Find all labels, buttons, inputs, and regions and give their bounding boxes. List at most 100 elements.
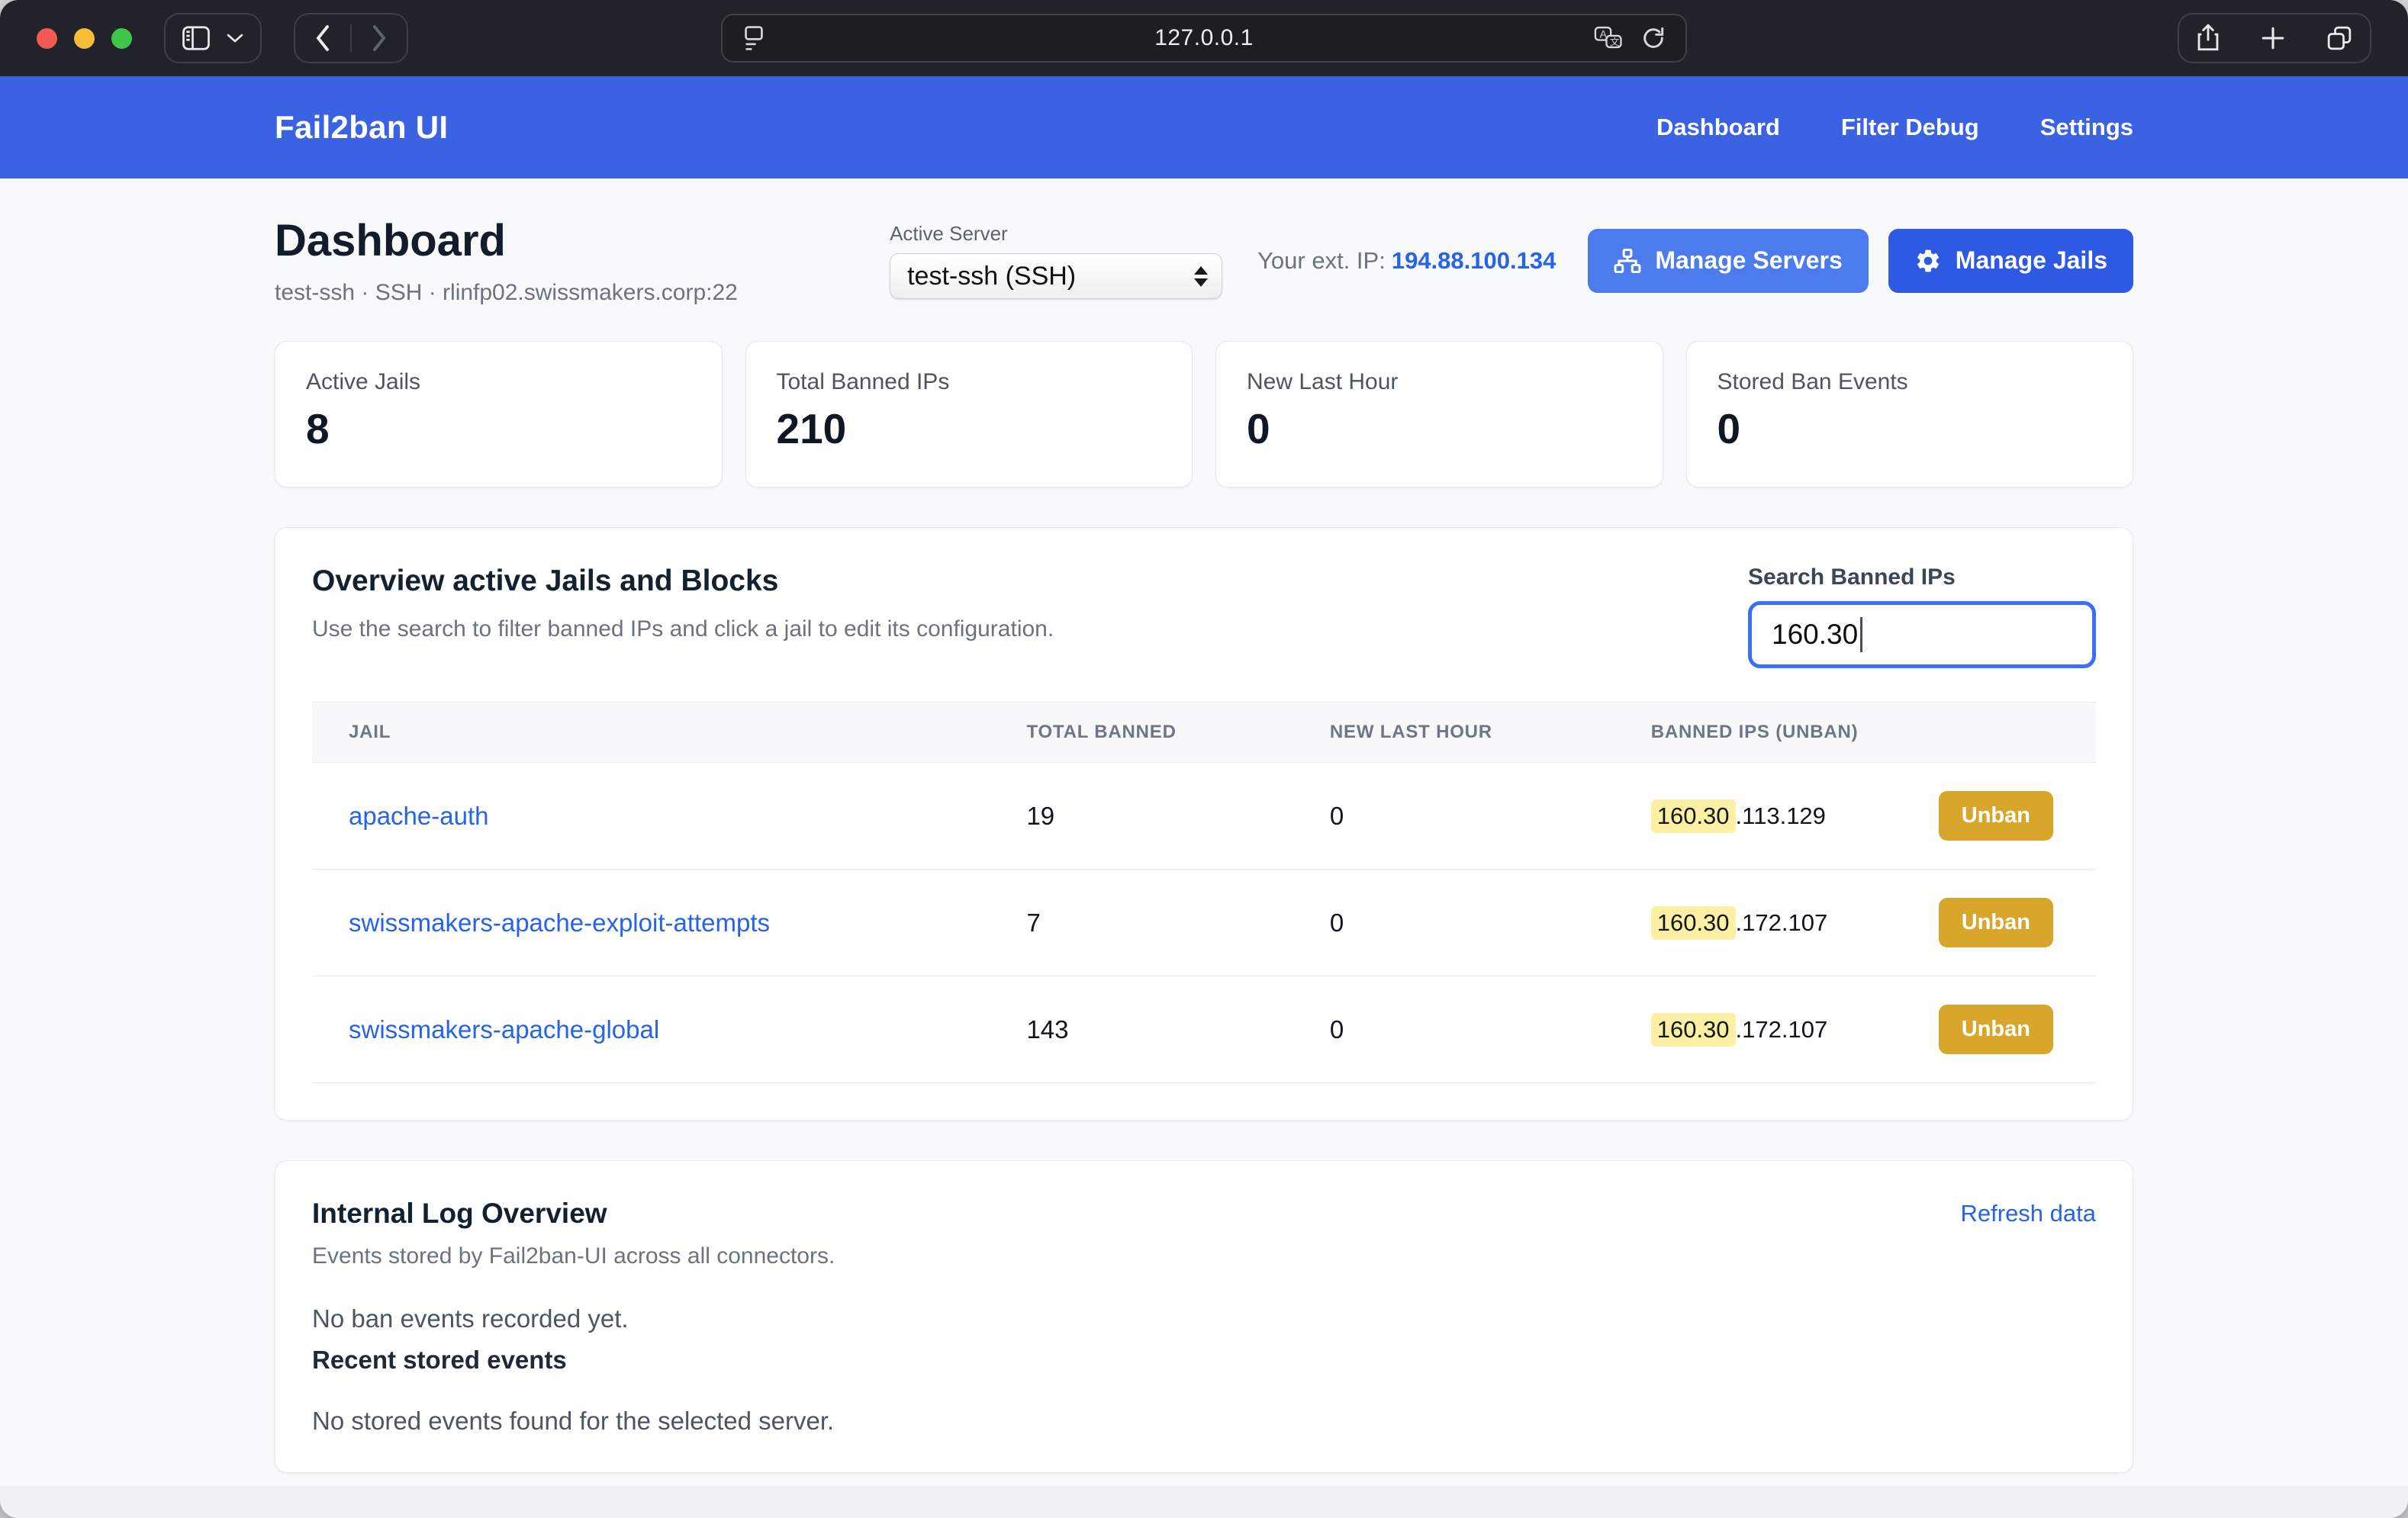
banned-ip-highlight: 160.30 [1651,799,1736,833]
history-nav-group [294,13,408,63]
banned-ip-rest: .113.129 [1736,802,1826,830]
unban-button[interactable]: Unban [1939,898,2053,947]
manage-jails-button[interactable]: Manage Jails [1888,229,2133,293]
jail-link[interactable]: swissmakers-apache-global [349,1015,659,1044]
select-arrows-icon [1194,266,1208,287]
overview-title: Overview active Jails and Blocks [312,564,1054,598]
unban-button[interactable]: Unban [1939,791,2053,841]
jails-table-header: Jail Total Banned New Last Hour Banned I… [312,702,2096,763]
sidebar-toggle-group[interactable] [164,13,262,63]
sitemap-icon [1614,248,1641,274]
active-server-label: Active Server [890,222,1222,246]
tabs-icon[interactable] [2326,24,2353,52]
stat-card-new-last-hour: New Last Hour 0 [1215,341,1663,487]
zoom-window-button[interactable] [111,28,132,49]
stat-label: Stored Ban Events [1717,369,2103,395]
jail-link[interactable]: apache-auth [349,802,488,830]
table-row: swissmakers-apache-exploit-attempts 7 0 … [312,870,2096,976]
gear-icon [1914,247,1942,275]
stat-value: 8 [306,404,691,453]
stat-value: 0 [1717,404,2103,453]
nav-link-settings[interactable]: Settings [2040,114,2133,141]
overview-panel: Overview active Jails and Blocks Use the… [275,527,2133,1121]
minimize-window-button[interactable] [74,28,95,49]
stat-label: Active Jails [306,369,691,395]
forward-icon[interactable] [352,14,407,62]
svg-text:文: 文 [1610,37,1620,48]
internal-log-title: Internal Log Overview [312,1198,607,1230]
reload-icon[interactable] [1641,26,1666,50]
internal-log-panel: Internal Log Overview Refresh data Event… [275,1160,2133,1473]
column-header-total-banned: Total Banned [990,722,1293,743]
app-navbar: Fail2ban UI Dashboard Filter Debug Setti… [0,76,2408,178]
sidebar-icon[interactable] [182,26,210,50]
jails-table: Jail Total Banned New Last Hour Banned I… [312,702,2096,1083]
manage-servers-button[interactable]: Manage Servers [1588,229,1868,293]
stat-label: Total Banned IPs [777,369,1162,395]
column-header-banned-ips: Banned IPs (Unban) [1614,722,2096,743]
nav-links: Dashboard Filter Debug Settings [1656,114,2133,141]
banned-ip-highlight: 160.30 [1651,906,1736,940]
window-actions-group [2178,13,2371,63]
search-banned-ips-input[interactable]: 160.30 [1748,601,2096,668]
app-brand[interactable]: Fail2ban UI [275,109,448,146]
new-last-hour-value: 0 [1293,1015,1614,1044]
browser-window: 127.0.0.1 A 文 [0,0,2408,1518]
window-bottom-strip [0,1486,2408,1518]
banned-ip-rest: .172.107 [1736,1016,1828,1044]
page-content: Dashboard test-ssh · SSH · rlinfp02.swis… [0,178,2408,1518]
unban-button[interactable]: Unban [1939,1005,2053,1054]
refresh-data-link[interactable]: Refresh data [1961,1200,2097,1227]
stat-value: 0 [1247,404,1632,453]
page-icon[interactable] [742,25,765,51]
jail-link[interactable]: swissmakers-apache-exploit-attempts [349,909,770,937]
browser-chrome: 127.0.0.1 A 文 [0,0,2408,76]
manage-servers-label: Manage Servers [1655,246,1842,275]
manage-jails-label: Manage Jails [1956,246,2107,275]
close-window-button[interactable] [37,28,57,49]
total-banned-value: 19 [990,802,1293,831]
stat-value: 210 [777,404,1162,453]
nav-link-dashboard[interactable]: Dashboard [1656,114,1780,141]
column-header-jail: Jail [312,722,990,743]
page-title: Dashboard [275,215,738,266]
text-cursor [1860,617,1862,652]
external-ip-value: 194.88.100.134 [1392,247,1557,274]
overview-subtitle: Use the search to filter banned IPs and … [312,616,1054,642]
back-icon[interactable] [295,14,350,62]
table-row: apache-auth 19 0 160.30.113.129 Unban [312,763,2096,870]
chevron-down-icon[interactable] [227,33,243,43]
new-last-hour-value: 0 [1293,802,1614,831]
table-row: swissmakers-apache-global 143 0 160.30.1… [312,976,2096,1083]
total-banned-value: 143 [990,1015,1293,1044]
translate-icon[interactable]: A 文 [1594,26,1623,50]
external-ip: Your ext. IP:194.88.100.134 [1257,247,1556,275]
stat-cards: Active Jails 8 Total Banned IPs 210 New … [275,341,2133,487]
new-tab-icon[interactable] [2260,25,2286,51]
no-ban-events-message: No ban events recorded yet. [312,1304,2096,1333]
traffic-lights [37,28,132,49]
recent-stored-events-title: Recent stored events [312,1346,2096,1375]
external-ip-label: Your ext. IP: [1257,247,1386,274]
banned-ip-highlight: 160.30 [1651,1013,1736,1047]
url-text[interactable]: 127.0.0.1 [723,25,1685,51]
active-server-value: test-ssh (SSH) [907,262,1076,291]
column-header-new-last-hour: New Last Hour [1293,722,1614,743]
page-header: Dashboard test-ssh · SSH · rlinfp02.swis… [275,215,2133,306]
new-last-hour-value: 0 [1293,909,1614,937]
internal-log-subtitle: Events stored by Fail2ban-UI across all … [312,1243,2096,1269]
page-subtitle: test-ssh · SSH · rlinfp02.swissmakers.co… [275,280,738,306]
stat-card-total-banned: Total Banned IPs 210 [745,341,1193,487]
share-icon[interactable] [2196,24,2220,53]
stat-card-active-jails: Active Jails 8 [275,341,723,487]
total-banned-value: 7 [990,909,1293,937]
stat-label: New Last Hour [1247,369,1632,395]
search-input-value: 160.30 [1772,619,1858,651]
active-server-select[interactable]: test-ssh (SSH) [890,253,1222,299]
address-bar[interactable]: 127.0.0.1 A 文 [721,14,1687,63]
no-stored-events-message: No stored events found for the selected … [312,1407,2096,1436]
search-banned-ips-label: Search Banned IPs [1748,564,2096,590]
nav-link-filter-debug[interactable]: Filter Debug [1841,114,1979,141]
banned-ip-rest: .172.107 [1736,909,1828,937]
stat-card-stored-ban-events: Stored Ban Events 0 [1686,341,2134,487]
